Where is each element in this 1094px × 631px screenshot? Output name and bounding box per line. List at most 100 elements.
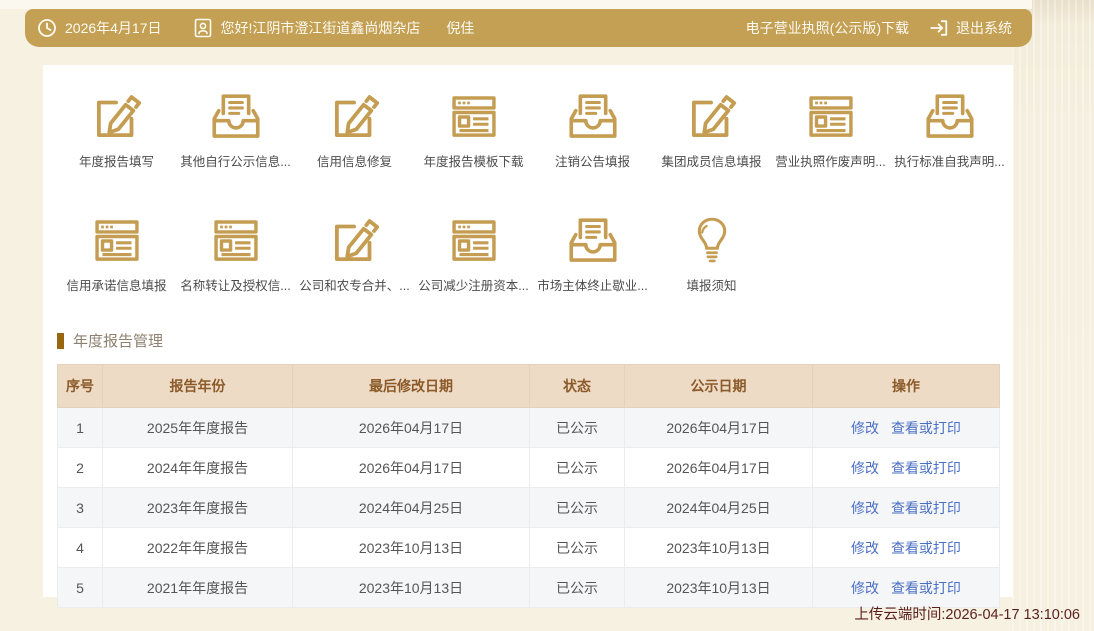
col-header-last-modified: 最后修改日期: [293, 365, 530, 408]
browser-icon: [207, 212, 265, 270]
cell-status: 已公示: [530, 408, 625, 448]
view-or-print-link[interactable]: 查看或打印: [891, 580, 961, 596]
background-texture: [1012, 0, 1094, 631]
col-header-publish-date: 公示日期: [625, 365, 813, 408]
cell-index: 2: [58, 448, 103, 488]
logout-button[interactable]: 退出系统: [956, 18, 1012, 38]
grid-item-business-termination[interactable]: 市场主体终止歇业...: [533, 212, 652, 294]
grid-item-label: 填报须知: [686, 275, 736, 294]
logout-icon[interactable]: [929, 18, 949, 38]
user-badge-icon: [194, 18, 212, 38]
annual-report-table-wrap: 序号 报告年份 最后修改日期 状态 公示日期 操作 1 2025年年度报告 20…: [57, 364, 999, 608]
page-title: 年度报告管理: [73, 330, 163, 351]
grid-item-standard-self-declaration[interactable]: 执行标准自我声明...: [890, 88, 1009, 170]
grid-item-label: 名称转让及授权信...: [180, 275, 290, 294]
cell-status: 已公示: [530, 488, 625, 528]
bulb-icon: [683, 212, 741, 270]
grid-item-label: 年度报告填写: [79, 151, 154, 170]
cell-report-year: 2022年年度报告: [103, 528, 293, 568]
grid-item-annual-report-fill[interactable]: 年度报告填写: [57, 88, 176, 170]
main-panel: 年度报告填写 其他自行公示信息... 信用信息修复 年度报告模板下载 注销公告填…: [43, 65, 1013, 597]
grid-item-group-member-info[interactable]: 集团成员信息填报: [652, 88, 771, 170]
cell-actions: 修改 查看或打印: [813, 408, 1000, 448]
inbox-icon: [207, 88, 265, 146]
browser-icon: [445, 88, 503, 146]
cell-report-year: 2023年年度报告: [103, 488, 293, 528]
col-header-report-year: 报告年份: [103, 365, 293, 408]
grid-item-cancellation-notice[interactable]: 注销公告填报: [533, 88, 652, 170]
view-or-print-link[interactable]: 查看或打印: [891, 500, 961, 516]
cell-publish-date: 2026年04月17日: [625, 448, 813, 488]
grid-item-capital-reduction[interactable]: 公司减少注册资本...: [414, 212, 533, 294]
cell-actions: 修改 查看或打印: [813, 528, 1000, 568]
cell-actions: 修改 查看或打印: [813, 488, 1000, 528]
modify-link[interactable]: 修改: [851, 540, 879, 556]
edit-icon: [326, 88, 384, 146]
cell-last-modified: 2024年04月25日: [293, 488, 530, 528]
browser-icon: [802, 88, 860, 146]
topbar: 2026年4月17日 您好!江阴市澄江街道鑫尚烟杂店 倪佳 电子营业执照(公示版…: [25, 9, 1032, 47]
grid-item-other-self-publicity[interactable]: 其他自行公示信息...: [176, 88, 295, 170]
grid-item-label: 集团成员信息填报: [661, 151, 761, 170]
inbox-icon: [921, 88, 979, 146]
cell-last-modified: 2026年04月17日: [293, 408, 530, 448]
grid-item-report-template-download[interactable]: 年度报告模板下载: [414, 88, 533, 170]
upload-cloud-time: 上传云端时间:2026-04-17 13:10:06: [854, 603, 1080, 624]
edit-icon: [326, 212, 384, 270]
cell-publish-date: 2026年04月17日: [625, 408, 813, 448]
grid-item-credit-repair[interactable]: 信用信息修复: [295, 88, 414, 170]
annual-report-table: 序号 报告年份 最后修改日期 状态 公示日期 操作 1 2025年年度报告 20…: [57, 364, 1000, 608]
col-header-actions: 操作: [813, 365, 1000, 408]
grid-item-label: 注销公告填报: [555, 151, 630, 170]
cell-status: 已公示: [530, 528, 625, 568]
cell-publish-date: 2024年04月25日: [625, 488, 813, 528]
modify-link[interactable]: 修改: [851, 460, 879, 476]
col-header-index: 序号: [58, 365, 103, 408]
table-row: 1 2025年年度报告 2026年04月17日 已公示 2026年04月17日 …: [58, 408, 1000, 448]
user-name: 倪佳: [446, 18, 474, 38]
inbox-icon: [564, 212, 622, 270]
grid-item-label: 其他自行公示信息...: [180, 151, 290, 170]
cell-report-year: 2024年年度报告: [103, 448, 293, 488]
edit-icon: [88, 88, 146, 146]
table-header-row: 序号 报告年份 最后修改日期 状态 公示日期 操作: [58, 365, 1000, 408]
cell-last-modified: 2023年10月13日: [293, 528, 530, 568]
edit-icon: [683, 88, 741, 146]
cell-status: 已公示: [530, 448, 625, 488]
top-strip: [0, 0, 1032, 9]
grid-item-label: 年度报告模板下载: [423, 151, 523, 170]
grid-item-license-void-statement[interactable]: 营业执照作废声明...: [771, 88, 890, 170]
view-or-print-link[interactable]: 查看或打印: [891, 460, 961, 476]
modify-link[interactable]: 修改: [851, 580, 879, 596]
cell-report-year: 2025年年度报告: [103, 408, 293, 448]
cell-publish-date: 2023年10月13日: [625, 528, 813, 568]
icon-grid-row-1: 年度报告填写 其他自行公示信息... 信用信息修复 年度报告模板下载 注销公告填…: [43, 88, 1013, 170]
view-or-print-link[interactable]: 查看或打印: [891, 540, 961, 556]
table-row: 2 2024年年度报告 2026年04月17日 已公示 2026年04月17日 …: [58, 448, 1000, 488]
cell-report-year: 2021年年度报告: [103, 568, 293, 608]
grid-item-label: 公司减少注册资本...: [418, 275, 528, 294]
section-title: 年度报告管理: [57, 330, 1013, 351]
cell-last-modified: 2023年10月13日: [293, 568, 530, 608]
view-or-print-link[interactable]: 查看或打印: [891, 420, 961, 436]
cell-actions: 修改 查看或打印: [813, 448, 1000, 488]
table-row: 4 2022年年度报告 2023年10月13日 已公示 2023年10月13日 …: [58, 528, 1000, 568]
modify-link[interactable]: 修改: [851, 500, 879, 516]
cell-index: 3: [58, 488, 103, 528]
grid-item-credit-commitment[interactable]: 信用承诺信息填报: [57, 212, 176, 294]
current-date: 2026年4月17日: [65, 18, 162, 38]
browser-icon: [445, 212, 503, 270]
cell-actions: 修改 查看或打印: [813, 568, 1000, 608]
table-row: 3 2023年年度报告 2024年04月25日 已公示 2024年04月25日 …: [58, 488, 1000, 528]
browser-icon: [88, 212, 146, 270]
grid-item-name-transfer-authorization[interactable]: 名称转让及授权信...: [176, 212, 295, 294]
table-row: 5 2021年年度报告 2023年10月13日 已公示 2023年10月13日 …: [58, 568, 1000, 608]
grid-item-company-merge[interactable]: 公司和农专合并、...: [295, 212, 414, 294]
grid-item-filing-instructions[interactable]: 填报须知: [652, 212, 771, 294]
modify-link[interactable]: 修改: [851, 420, 879, 436]
user-greeting: 您好!江阴市澄江街道鑫尚烟杂店: [221, 18, 421, 38]
cell-last-modified: 2026年04月17日: [293, 448, 530, 488]
grid-item-label: 信用承诺信息填报: [66, 275, 166, 294]
cell-publish-date: 2023年10月13日: [625, 568, 813, 608]
license-download-link[interactable]: 电子营业执照(公示版)下载: [746, 18, 909, 38]
